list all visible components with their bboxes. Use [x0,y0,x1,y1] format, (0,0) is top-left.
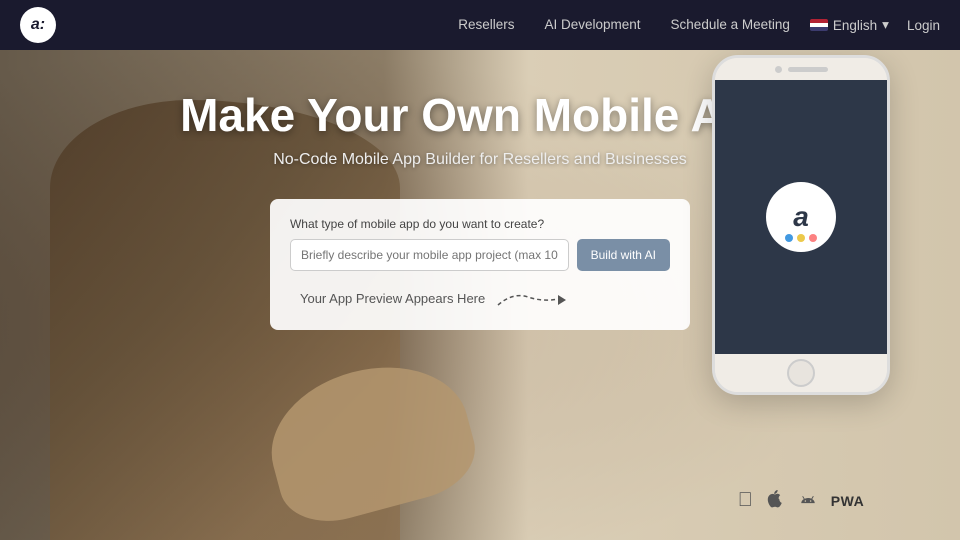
preview-area: Your App Preview Appears Here [290,285,670,312]
flag-icon [810,19,828,31]
apple-logo-icon [767,490,785,512]
dot-blue [785,234,793,242]
phone-camera [775,66,782,73]
nav-item-ai-dev[interactable]: AI Development [544,16,640,34]
navbar: a: Resellers AI Development Schedule a M… [0,0,960,50]
login-label: Login [907,18,940,33]
dot-red [809,234,817,242]
nav-link-resellers[interactable]: Resellers [458,17,514,32]
hero-subtitle: No-Code Mobile App Builder for Resellers… [180,151,780,169]
app-description-input[interactable] [290,239,569,271]
login-button[interactable]: Login [907,18,940,33]
nav-item-resellers[interactable]: Resellers [458,16,514,34]
hero-title: Make Your Own Mobile App [180,90,780,141]
phone-speaker [788,67,828,72]
phone-logo-dots [785,234,817,242]
dot-yellow [797,234,805,242]
phone-logo-letter: a [793,201,809,233]
language-selector[interactable]: English ▾ [810,17,889,33]
input-box: What type of mobile app do you want to c… [270,199,690,330]
pwa-badge: PWA [831,493,864,509]
hero-section: Make Your Own Mobile App No-Code Mobile … [0,0,960,540]
input-row: Build with AI [290,239,670,271]
apple-icon:  [738,489,753,512]
language-caret: ▾ [882,17,889,33]
logo[interactable]: a: [20,7,56,43]
phone-top-bar [715,58,887,80]
phone-home-button [787,359,815,387]
build-with-ai-button[interactable]: Build with AI [577,239,670,271]
preview-text: Your App Preview Appears Here [300,291,485,306]
phone-bottom [715,354,887,392]
nav-link-schedule[interactable]: Schedule a Meeting [671,17,790,32]
nav-links: Resellers AI Development Schedule a Meet… [458,16,790,34]
logo-text: a: [31,16,45,34]
arrow-icon [493,287,573,312]
nav-item-schedule[interactable]: Schedule a Meeting [671,16,790,34]
logo-icon: a: [20,7,56,43]
text-section: Make Your Own Mobile App No-Code Mobile … [180,90,780,330]
phone-screen: a [715,80,887,354]
nav-link-ai-dev[interactable]: AI Development [544,17,640,32]
phone-mockup: a [712,55,890,395]
phone-logo: a [766,182,836,252]
language-label: English [833,18,877,33]
android-icon [799,490,817,512]
platform-icons:  PWA [712,489,890,512]
input-label: What type of mobile app do you want to c… [290,217,670,231]
